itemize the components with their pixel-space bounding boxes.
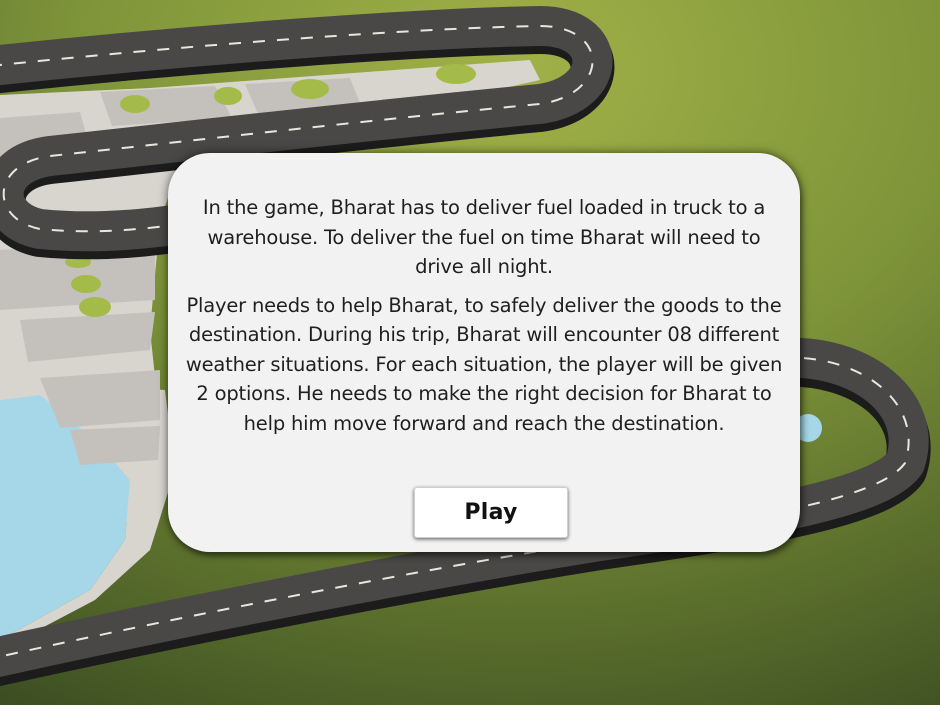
intro-paragraph-1: In the game, Bharat has to deliver fuel … [202, 196, 766, 278]
intro-dialog: In the game, Bharat has to deliver fuel … [168, 153, 800, 552]
play-button[interactable]: Play [414, 487, 568, 538]
intro-paragraph-2: Player needs to help Bharat, to safely d… [185, 293, 783, 435]
game-screen: In the game, Bharat has to deliver fuel … [0, 0, 940, 705]
